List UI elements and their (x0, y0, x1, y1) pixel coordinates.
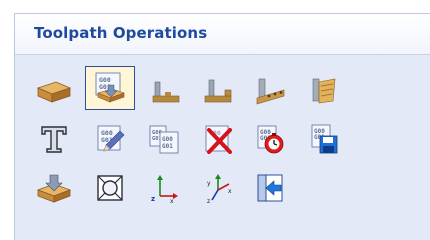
fluting-toolpath-button[interactable] (299, 69, 349, 113)
pocket-toolpath-icon (204, 79, 232, 103)
save-gcode-button[interactable]: G00 G01 (299, 117, 349, 161)
svg-text:z: z (207, 198, 210, 204)
profile-toolpath-button[interactable] (141, 69, 191, 113)
delete-gcode-icon: G00 (205, 125, 232, 154)
svg-text:y: y (207, 180, 211, 187)
axis-origin-icon: z x (151, 175, 178, 204)
delete-gcode-button[interactable]: G00 (193, 117, 243, 161)
toolpath-operations-panel: Toolpath Operations G00 G01 G00 G01 G00 … (14, 13, 430, 240)
svg-text:x: x (170, 198, 174, 204)
xyz-axes-icon: y x z (207, 174, 232, 204)
time-estimate-button[interactable]: G00 G01 (245, 117, 295, 161)
pocket-toolpath-button[interactable] (193, 69, 243, 113)
svg-text:G00: G00 (162, 136, 173, 143)
panel-header: Toolpath Operations (15, 14, 430, 55)
edit-gcode-icon: G00 G01 (97, 125, 125, 152)
panel-title: Toolpath Operations (34, 24, 208, 42)
svg-text:G01: G01 (162, 143, 173, 150)
engrave-text-button[interactable] (29, 117, 79, 161)
drilling-toolpath-icon (256, 78, 285, 105)
drilling-toolpath-button[interactable] (245, 69, 295, 113)
edit-gcode-button[interactable]: G00 G01 (85, 117, 135, 161)
zoom-extents-button[interactable] (85, 166, 135, 210)
time-estimate-icon: G00 G01 (257, 125, 284, 154)
import-button[interactable] (245, 166, 295, 210)
import-icon (257, 174, 283, 202)
material-block-icon (36, 81, 72, 103)
gcode-drill-icon: G00 G01 (95, 72, 125, 103)
xyz-axes-button[interactable]: y x z (193, 166, 243, 210)
preview-material-icon (36, 174, 72, 203)
zoom-extents-icon (97, 175, 123, 201)
gcode-drill-button[interactable]: G00 G01 (85, 66, 135, 110)
material-block-button[interactable] (29, 69, 79, 113)
profile-toolpath-icon (152, 81, 180, 103)
merge-gcode-icon: G00 G01 G00 G01 (149, 125, 179, 154)
merge-gcode-button[interactable]: G00 G01 G00 G01 (139, 117, 189, 161)
fluting-toolpath-icon (312, 78, 336, 104)
engrave-text-icon (41, 126, 67, 153)
save-gcode-icon: G00 G01 (311, 124, 338, 154)
axis-origin-button[interactable]: z x (139, 166, 189, 210)
svg-text:z: z (151, 195, 155, 203)
preview-material-button[interactable] (29, 166, 79, 210)
svg-text:x: x (228, 188, 232, 195)
